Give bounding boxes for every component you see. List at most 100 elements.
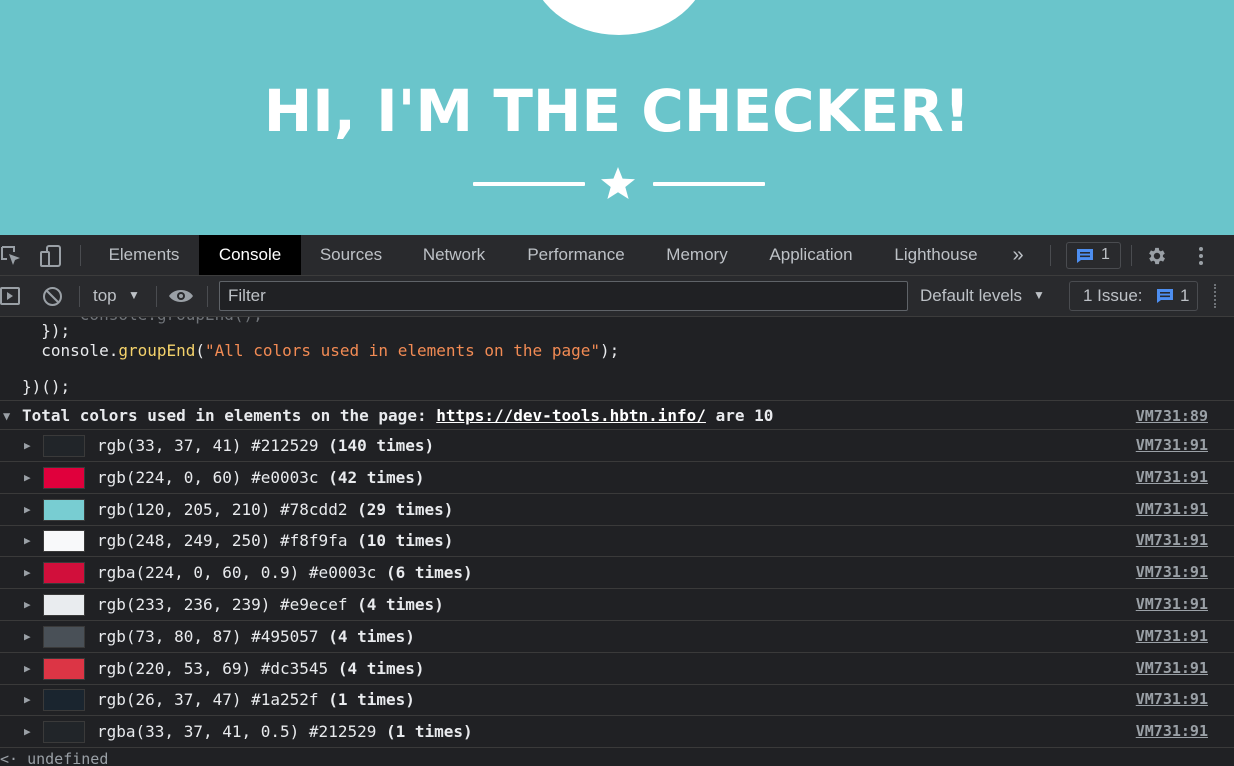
console-group-header[interactable]: ▼ Total colors used in elements on the p…	[0, 400, 1234, 430]
filter-box	[219, 281, 908, 311]
page-url-link[interactable]: https://dev-tools.hbtn.info/	[436, 406, 706, 425]
source-link[interactable]: VM731:91	[1136, 563, 1208, 581]
color-value: rgb(248, 249, 250) #f8f9fa (10 times)	[97, 531, 454, 551]
live-expression-eye-icon[interactable]	[168, 288, 194, 304]
source-link[interactable]: VM731:91	[1136, 722, 1208, 740]
chevron-down-icon: ▼	[128, 288, 140, 302]
source-link[interactable]: VM731:91	[1136, 659, 1208, 677]
color-value: rgb(233, 236, 239) #e9ecef (4 times)	[97, 595, 444, 614]
tab-separator	[1131, 245, 1132, 266]
issues-badge-count: 1	[1101, 246, 1110, 263]
source-link[interactable]: VM731:91	[1136, 627, 1208, 645]
tab-network[interactable]: Network	[403, 235, 505, 275]
tab-elements[interactable]: Elements	[90, 235, 198, 275]
tab-separator	[1050, 245, 1051, 266]
device-toolbar-icon[interactable]	[40, 245, 62, 267]
expand-triangle-icon[interactable]: ▶	[24, 503, 31, 516]
tab-lighthouse[interactable]: Lighthouse	[875, 235, 997, 275]
expand-triangle-icon[interactable]: ▶	[24, 662, 31, 675]
source-link[interactable]: VM731:91	[1136, 436, 1208, 454]
result-value: undefined	[27, 750, 109, 766]
issues-button-count: 1	[1180, 286, 1190, 305]
color-value: rgb(26, 37, 47) #1a252f (1 times)	[97, 690, 415, 710]
page-hero: HI, I'M THE CHECKER!	[0, 0, 1234, 235]
console-color-row[interactable]: ▶ rgba(33, 37, 41, 0.5) #212529 (1 times)…	[0, 716, 1234, 749]
color-value: rgb(220, 53, 69) #dc3545 (4 times)	[97, 658, 425, 678]
result-arrow-icon: <·	[0, 750, 19, 766]
expand-triangle-icon[interactable]: ▶	[24, 598, 31, 611]
code-line-groupend: console.groupEnd("All colors used in ele…	[22, 341, 620, 360]
expand-triangle-icon[interactable]: ▶	[24, 693, 31, 706]
console-color-row[interactable]: ▶ rgb(26, 37, 47) #1a252f (1 times) VM731:…	[0, 684, 1234, 717]
issues-button-label: 1 Issue:	[1083, 286, 1143, 305]
console-color-row[interactable]: ▶ rgb(120, 205, 210) #78cdd2 (29 times) VM…	[0, 494, 1234, 526]
console-color-row[interactable]: ▶ rgb(224, 0, 60) #e0003c (42 times) VM731…	[0, 462, 1234, 494]
color-value: rgba(224, 0, 60, 0.9) #e0003c (6 times)	[97, 563, 473, 583]
expand-triangle-icon[interactable]: ▶	[24, 566, 31, 579]
clear-console-icon[interactable]	[42, 286, 63, 307]
source-link[interactable]: VM731:91	[1136, 595, 1208, 613]
log-levels-dropdown[interactable]: Default levels ▼	[919, 276, 1049, 316]
more-options-icon[interactable]	[1190, 245, 1212, 267]
hero-title: HI, I'M THE CHECKER!	[263, 77, 971, 145]
more-tabs-button[interactable]: »	[1004, 235, 1032, 275]
console-result: <· undefined	[0, 750, 108, 766]
message-icon	[1077, 249, 1093, 263]
color-value: rgb(73, 80, 87) #495057 (4 times)	[97, 626, 415, 646]
console-color-row[interactable]: ▶ rgb(220, 53, 69) #dc3545 (4 times) VM731…	[0, 653, 1234, 685]
toolbar-separator	[207, 286, 208, 307]
avatar-circle	[530, 0, 708, 35]
console-color-row[interactable]: ▶ rgb(33, 37, 41) #212529 (140 times) VM73…	[0, 430, 1234, 462]
tab-sources[interactable]: Sources	[301, 235, 401, 275]
color-swatch	[43, 594, 85, 616]
expand-triangle-icon[interactable]: ▶	[24, 630, 31, 643]
message-icon	[1157, 289, 1173, 303]
tab-performance[interactable]: Performance	[507, 235, 645, 275]
console-color-row[interactable]: ▶ rgba(224, 0, 60, 0.9) #e0003c (6 times)…	[0, 557, 1234, 590]
console-color-row[interactable]: ▶ rgb(233, 236, 239) #e9ecef (4 times) VM7…	[0, 589, 1234, 621]
expand-triangle-icon[interactable]: ▶	[24, 439, 31, 452]
inspect-element-icon[interactable]	[0, 245, 22, 267]
color-value: rgb(33, 37, 41) #212529 (140 times)	[97, 436, 435, 455]
color-swatch	[43, 466, 85, 489]
source-link[interactable]: VM731:89	[1136, 407, 1208, 425]
expand-triangle-icon[interactable]: ▶	[24, 534, 31, 547]
divider-line-right	[653, 182, 765, 186]
group-title: Total colors used in elements on the pag…	[22, 406, 774, 425]
toolbar-separator	[156, 286, 157, 307]
toolbar-overflow-handle[interactable]	[1214, 284, 1216, 308]
filter-input[interactable]	[220, 282, 907, 310]
console-color-row[interactable]: ▶ rgb(248, 249, 250) #f8f9fa (10 times) VM…	[0, 525, 1234, 558]
show-sidebar-icon[interactable]	[0, 287, 20, 305]
issues-button[interactable]: 1 Issue: 1	[1069, 281, 1198, 311]
color-value: rgb(224, 0, 60) #e0003c (42 times)	[97, 467, 425, 487]
context-selector[interactable]: top ▼	[93, 276, 145, 316]
log-levels-label: Default levels	[920, 286, 1023, 305]
source-link[interactable]: VM731:91	[1136, 531, 1208, 549]
expand-triangle-icon[interactable]: ▶	[24, 471, 31, 484]
console-color-row[interactable]: ▶ rgb(73, 80, 87) #495057 (4 times) VM731:…	[0, 621, 1234, 653]
context-selector-label: top	[93, 286, 117, 305]
code-line: })();	[22, 377, 71, 396]
source-link[interactable]: VM731:91	[1136, 500, 1208, 518]
toolbar-separator	[79, 286, 80, 307]
color-swatch	[43, 435, 85, 457]
issues-badge[interactable]: 1	[1066, 242, 1121, 269]
tab-console[interactable]: Console	[199, 235, 301, 275]
source-link[interactable]: VM731:91	[1136, 468, 1208, 486]
code-line: });	[22, 321, 71, 340]
color-swatch	[43, 562, 85, 585]
tab-memory[interactable]: Memory	[647, 235, 747, 275]
color-value: rgb(120, 205, 210) #78cdd2 (29 times)	[97, 499, 454, 519]
color-value: rgba(33, 37, 41, 0.5) #212529 (1 times)	[97, 722, 473, 742]
color-swatch	[43, 530, 85, 553]
console-output: console.groupEnd(); }); console.groupEnd…	[0, 317, 1234, 766]
tab-application[interactable]: Application	[749, 235, 873, 275]
tab-separator	[80, 245, 81, 266]
collapse-triangle-icon[interactable]: ▼	[3, 409, 10, 423]
source-link[interactable]: VM731:91	[1136, 690, 1208, 708]
hero-divider	[0, 166, 1234, 202]
star-icon	[601, 167, 635, 199]
settings-gear-icon[interactable]	[1146, 245, 1168, 267]
expand-triangle-icon[interactable]: ▶	[24, 725, 31, 738]
